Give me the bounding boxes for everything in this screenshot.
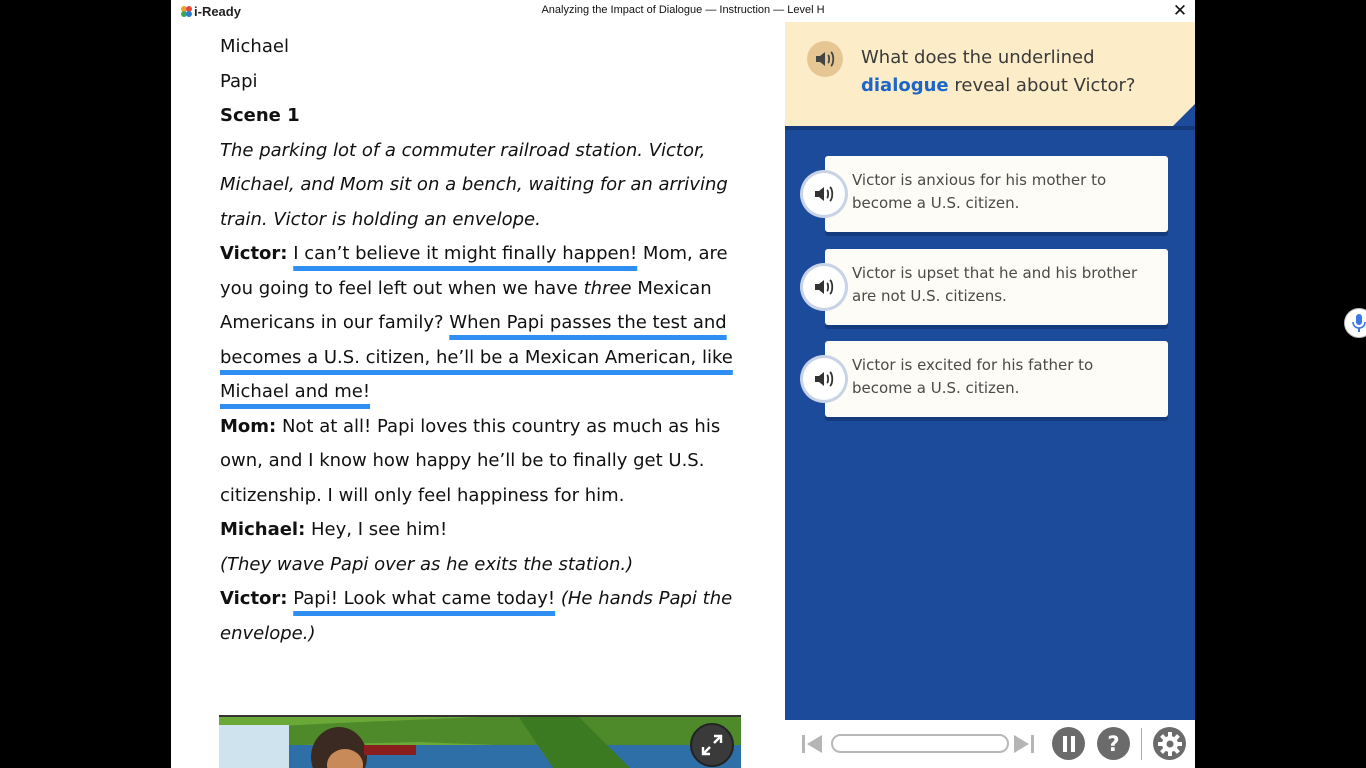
pause-button[interactable] bbox=[1052, 727, 1085, 760]
emphasis-text: three bbox=[583, 277, 632, 299]
answer-choice[interactable]: Victor is anxious for his mother to beco… bbox=[825, 156, 1168, 232]
choice-audio-button[interactable] bbox=[803, 358, 845, 400]
underlined-dialogue: I can’t believe it might finally happen! bbox=[293, 243, 638, 264]
prompt-text: What does the underlined dialogue reveal… bbox=[861, 44, 1181, 100]
keyword-link[interactable]: dialogue bbox=[861, 75, 949, 96]
question-panel: What does the underlined dialogue reveal… bbox=[785, 22, 1195, 720]
settings-button[interactable] bbox=[1153, 727, 1186, 760]
prompt-before: What does the underlined bbox=[861, 47, 1095, 68]
pause-icon bbox=[1062, 735, 1075, 752]
prompt-shadow bbox=[785, 126, 1195, 130]
reading-pane[interactable]: Michael Papi Scene 1 The parking lot of … bbox=[171, 22, 785, 768]
choice-audio-button[interactable] bbox=[803, 173, 845, 215]
window-title: Analyzing the Impact of Dialogue — Instr… bbox=[541, 4, 825, 16]
help-button[interactable]: ? bbox=[1097, 727, 1130, 760]
prompt-after: reveal about Victor? bbox=[948, 75, 1136, 96]
dialogue-line: Victor: I can’t believe it might finally… bbox=[220, 237, 745, 410]
speaker-icon bbox=[815, 279, 834, 295]
app-window: i-Ready Analyzing the Impact of Dialogue… bbox=[171, 0, 1195, 768]
dialogue-line: Victor: Papi! Look what came today! (He … bbox=[220, 582, 745, 651]
speaker-name: Victor: bbox=[220, 588, 288, 609]
dialogue-line: Michael: Hey, I see him! bbox=[220, 513, 745, 548]
stage-direction: The parking lot of a commuter railroad s… bbox=[220, 139, 728, 230]
nav-divider bbox=[1141, 728, 1142, 760]
skip-back-icon bbox=[802, 735, 822, 753]
expand-image-button[interactable] bbox=[690, 723, 734, 767]
answer-choice-text: Victor is upset that he and his brother … bbox=[852, 264, 1138, 305]
scene-heading: Scene 1 bbox=[220, 105, 300, 126]
underlined-dialogue: Papi! Look what came today! bbox=[293, 588, 556, 609]
voice-input-button[interactable] bbox=[1344, 308, 1366, 338]
answer-choice[interactable]: Victor is excited for his father to beco… bbox=[825, 341, 1168, 417]
next-button[interactable] bbox=[1010, 730, 1038, 758]
speaker-icon bbox=[815, 186, 834, 202]
answer-choice[interactable]: Victor is upset that he and his brother … bbox=[825, 249, 1168, 325]
skip-forward-icon bbox=[1014, 735, 1034, 753]
speaker-name: Mom: bbox=[220, 415, 277, 437]
question-prompt: What does the underlined dialogue reveal… bbox=[785, 22, 1195, 126]
dialogue-text: Not at all! Papi loves this country as m… bbox=[220, 415, 721, 506]
speaker-name: Victor: bbox=[220, 243, 288, 264]
dialogue-text: Hey, I see him! bbox=[305, 519, 448, 540]
answer-choice-text: Victor is excited for his father to beco… bbox=[852, 356, 1094, 397]
title-bar: i-Ready Analyzing the Impact of Dialogue… bbox=[171, 0, 1195, 22]
gear-icon bbox=[1157, 731, 1182, 756]
cast-member: Michael bbox=[220, 36, 289, 57]
speaker-name: Michael: bbox=[220, 519, 306, 540]
speaker-icon bbox=[815, 371, 834, 387]
microphone-icon bbox=[1352, 314, 1366, 332]
close-button[interactable]: ✕ bbox=[1171, 2, 1189, 20]
speaker-icon bbox=[816, 51, 835, 67]
answer-choice-text: Victor is anxious for his mother to beco… bbox=[852, 171, 1107, 212]
choice-audio-button[interactable] bbox=[803, 266, 845, 308]
stage-direction: (They wave Papi over as he exits the sta… bbox=[220, 553, 634, 575]
lesson-progress-bar bbox=[831, 734, 1009, 753]
lesson-nav-bar: ? bbox=[785, 720, 1195, 768]
comic-illustration bbox=[219, 715, 741, 768]
cast-member: Papi bbox=[220, 71, 258, 92]
illustration-art bbox=[219, 717, 741, 768]
prompt-audio-button[interactable] bbox=[807, 41, 843, 77]
previous-button[interactable] bbox=[798, 730, 826, 758]
page-fold bbox=[1173, 104, 1195, 126]
expand-icon bbox=[701, 734, 723, 756]
passage-text: Michael Papi Scene 1 The parking lot of … bbox=[220, 29, 745, 651]
dialogue-line: Mom: Not at all! Papi loves this country… bbox=[220, 410, 745, 514]
